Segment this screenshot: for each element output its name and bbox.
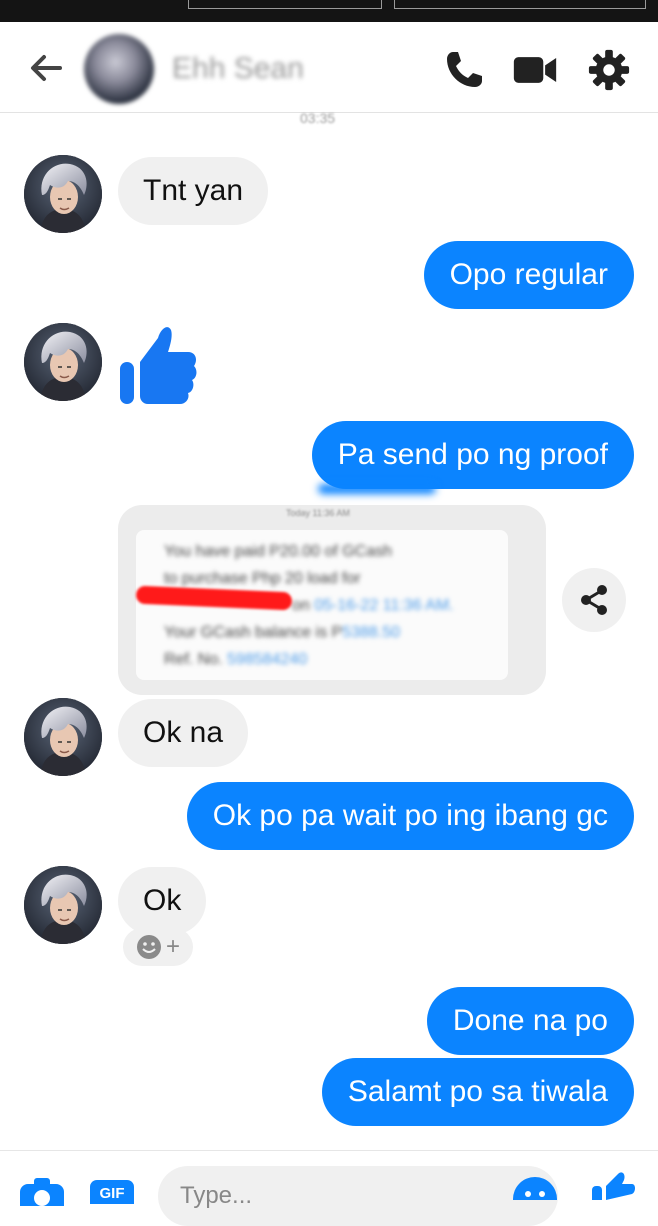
back-arrow-icon[interactable] (26, 48, 66, 88)
status-strip (0, 0, 658, 22)
camera-icon[interactable] (18, 1176, 66, 1206)
avatar-image (24, 866, 102, 944)
status-segment (188, 0, 382, 9)
receipt-line: You have paid P20.00 of GCash (164, 543, 393, 560)
outgoing-message[interactable]: Pa send po ng proof (311, 421, 634, 489)
add-reaction-button[interactable]: + (123, 928, 193, 966)
receipt-link: 598584240 (227, 651, 308, 668)
share-icon (581, 585, 607, 615)
incoming-message[interactable]: Tnt yan (118, 157, 269, 225)
avatar-image (24, 155, 102, 233)
emoji-icon[interactable] (512, 1176, 558, 1200)
avatar-image (24, 698, 102, 776)
gear-icon[interactable] (586, 48, 632, 92)
thumbs-up-icon[interactable] (118, 322, 198, 406)
status-segment (394, 0, 646, 9)
receipt-line: Your GCash balance is P5388.50 (164, 624, 400, 642)
gif-icon[interactable]: GIF (90, 1178, 134, 1204)
share-button[interactable] (562, 568, 626, 632)
receipt-text: Your GCash balance is P (164, 624, 343, 641)
outgoing-message[interactable]: Done na po (426, 987, 634, 1055)
receipt-line: to purchase Php 20 load for (164, 570, 361, 587)
receipt-link: 05-16-22 11:36 AM. (314, 597, 454, 614)
contact-avatar[interactable] (84, 34, 154, 104)
plus-icon: + (165, 933, 180, 960)
chat-header: Ehh Sean (0, 22, 658, 113)
phone-icon[interactable] (442, 48, 488, 92)
incoming-message[interactable]: Ok na (118, 699, 249, 767)
receipt-link: 5388.50 (342, 624, 401, 641)
outgoing-message[interactable]: Ok po pa wait po ing ibang gc (186, 782, 634, 850)
outgoing-message[interactable]: Salamt po sa tiwala (321, 1058, 634, 1126)
receipt-text: Ref. No. (164, 651, 223, 668)
smiley-icon (136, 935, 161, 959)
receipt-text: on (292, 597, 310, 614)
contact-avatar[interactable] (24, 323, 102, 401)
message-input-placeholder: Type... (180, 1182, 253, 1209)
contact-name[interactable]: Ehh Sean (172, 52, 304, 86)
bubble-shadow (318, 484, 436, 494)
receipt-line: Ref. No. 598584240 (164, 651, 307, 669)
message-timestamp: 03:35 (300, 110, 336, 126)
svg-text:GIF: GIF (100, 1185, 125, 1202)
card-timestamp: Today 11:36 AM (286, 508, 350, 518)
outgoing-message[interactable]: Opo regular (423, 241, 634, 309)
video-camera-icon[interactable] (512, 48, 558, 92)
avatar-image (24, 323, 102, 401)
like-icon[interactable] (590, 1172, 636, 1200)
contact-avatar[interactable] (24, 155, 102, 233)
contact-avatar[interactable] (24, 866, 102, 944)
contact-avatar[interactable] (24, 698, 102, 776)
receipt-line: on 05-16-22 11:36 AM. (292, 597, 454, 615)
incoming-message[interactable]: Ok (118, 867, 207, 935)
